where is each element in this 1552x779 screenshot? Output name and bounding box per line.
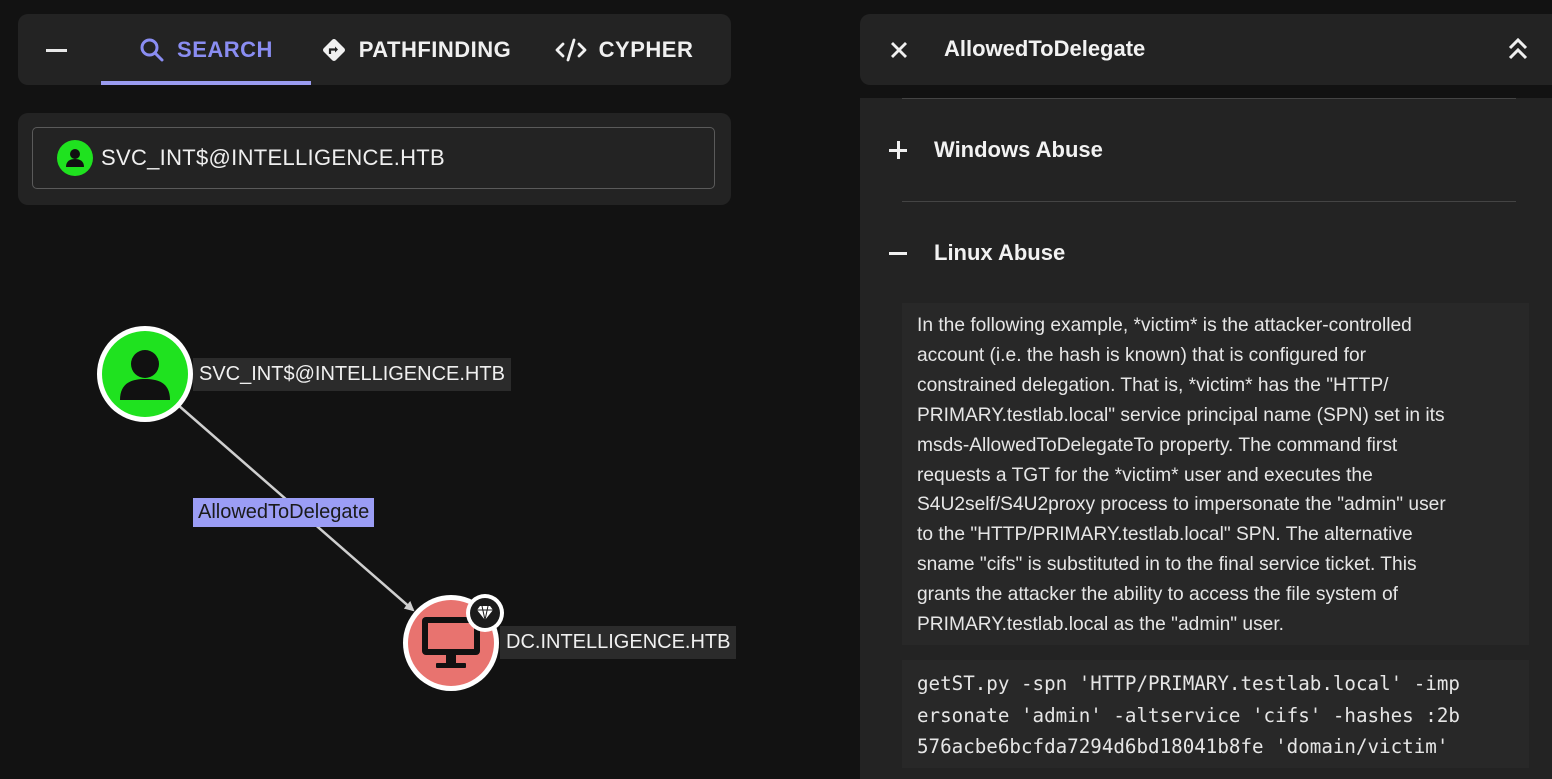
search-input-value: SVC_INT$@INTELLIGENCE.HTB [101, 145, 446, 170]
directions-icon [322, 38, 345, 61]
collapse-panel-button[interactable] [46, 38, 76, 62]
divider [902, 98, 1516, 99]
search-tab-bar: SEARCH PATHFINDING CYPHER [18, 14, 731, 85]
section-linux-abuse-label: Linux Abuse [934, 240, 1066, 265]
code-line: getST.py -spn 'HTTP/PRIMARY.testlab.loca… [917, 672, 1460, 695]
text-line: S4U2self/S4U2proxy process to impersonat… [917, 494, 1446, 516]
edge-detail-header: AllowedToDelegate [860, 14, 1552, 85]
code-line: ersonate 'admin' -altservice 'cifs' -has… [917, 703, 1460, 727]
double-chevron-up-icon[interactable] [1506, 36, 1530, 62]
text-line: to the "HTTP/PRIMARY.testlab.local" SPN.… [917, 524, 1413, 546]
text-line: sname "cifs" is substituted in to the fi… [917, 554, 1417, 576]
search-icon [140, 38, 164, 61]
code-line: 576acbe6bcfda7294d6bd18041b8fe 'domain/v… [917, 735, 1449, 758]
plus-icon [888, 140, 908, 160]
graph-edges [177, 404, 415, 612]
graph-node-computer-label: DC.INTELLIGENCE.HTB [500, 626, 737, 659]
text-line: msds-AllowedToDelegateTo property. The c… [917, 434, 1398, 456]
tab-pathfinding[interactable]: PATHFINDING [314, 14, 518, 85]
close-icon[interactable] [888, 39, 910, 61]
section-linux-abuse[interactable]: Linux Abuse [888, 233, 1065, 273]
text-line: constrained delegation. That is, *victim… [917, 374, 1389, 396]
gem-icon [466, 594, 504, 632]
linux-abuse-description: In the following example, *victim* is th… [902, 303, 1529, 645]
tab-cypher-label: CYPHER [598, 36, 694, 62]
tab-search[interactable]: SEARCH [101, 14, 311, 85]
section-windows-abuse-label: Windows Abuse [934, 137, 1103, 162]
linux-abuse-code-block[interactable]: getST.py -spn 'HTTP/PRIMARY.testlab.loca… [902, 660, 1529, 768]
tab-search-label: SEARCH [177, 36, 273, 62]
user-icon [57, 140, 93, 176]
text-line: PRIMARY.testlab.local as the "admin" use… [917, 614, 1284, 636]
tab-cypher[interactable]: CYPHER [550, 14, 698, 85]
graph-node-user[interactable] [97, 326, 193, 422]
text-line: PRIMARY.testlab.local" service principal… [917, 404, 1445, 426]
tab-pathfinding-label: PATHFINDING [358, 36, 512, 62]
search-card: SVC_INT$@INTELLIGENCE.HTB [18, 113, 731, 205]
graph-canvas[interactable]: SVC_INT$@INTELLIGENCE.HTB AllowedToDeleg… [0, 230, 845, 779]
edge-detail-title: AllowedToDelegate [944, 36, 1146, 61]
code-icon [555, 38, 587, 61]
text-line: In the following example, *victim* is th… [917, 315, 1412, 336]
graph-node-user-label: SVC_INT$@INTELLIGENCE.HTB [193, 358, 511, 391]
divider [902, 201, 1516, 202]
text-line: requests a TGT for the *victim* user and… [917, 464, 1373, 486]
user-icon [120, 350, 170, 400]
edge-detail-body[interactable]: Windows Abuse Linux Abuse In the followi… [860, 98, 1552, 779]
text-line: account (i.e. the hash is known) that is… [917, 344, 1367, 366]
graph-edge-label[interactable]: AllowedToDelegate [193, 498, 375, 527]
search-input[interactable]: SVC_INT$@INTELLIGENCE.HTB [32, 127, 715, 189]
section-windows-abuse[interactable]: Windows Abuse [888, 130, 1103, 170]
minus-icon [888, 243, 908, 263]
text-line: grants the attacker the ability to acces… [917, 584, 1398, 606]
